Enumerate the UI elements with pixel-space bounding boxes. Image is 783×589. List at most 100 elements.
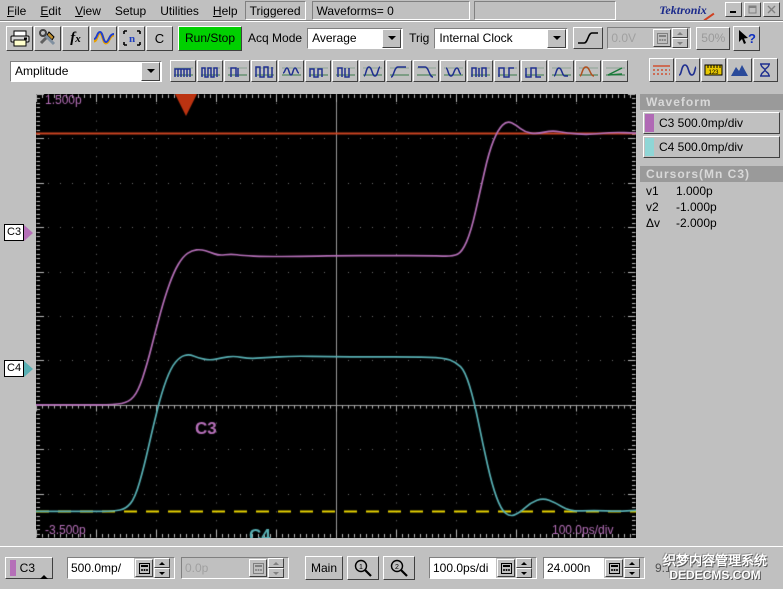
cursors-panel-header: Cursors(Mn C3) (640, 166, 783, 182)
sine-waveform-icon[interactable] (675, 58, 700, 82)
horizontal-position-input[interactable]: 24.000n (543, 557, 645, 579)
trig-source-select[interactable]: Internal Clock (434, 27, 569, 49)
channel-marker-c3-arrow-icon (24, 224, 34, 241)
print-icon[interactable] (6, 25, 33, 51)
meas-cycle-icon[interactable] (359, 60, 385, 82)
tools-icon[interactable] (34, 25, 61, 51)
meas-overshoot-icon[interactable] (440, 60, 466, 82)
measurement-buttons (170, 60, 629, 82)
stepper-up-icon[interactable] (154, 558, 170, 568)
menu-item-utilities[interactable]: Utilities (153, 3, 206, 19)
meas-period-icon[interactable] (197, 60, 223, 82)
meas-burst-icon[interactable] (305, 60, 331, 82)
histogram-icon[interactable] (727, 58, 752, 82)
waveform-icon[interactable] (90, 25, 117, 51)
keypad-icon[interactable] (135, 559, 153, 577)
menu-item-view[interactable]: View (68, 3, 108, 19)
waveform-count: Waveforms= 0 (311, 1, 470, 20)
measure-ruler-icon[interactable]: 123 (701, 58, 726, 82)
reference-lines-icon[interactable] (649, 58, 674, 82)
menu-item-setup[interactable]: Setup (108, 3, 153, 19)
zoom1-button[interactable]: 1 (347, 556, 379, 580)
keypad-icon[interactable] (249, 559, 267, 577)
keypad-icon[interactable] (605, 559, 623, 577)
watermark-line2: DEDECMS.COM (669, 568, 761, 582)
zoom2-button[interactable]: 2 (383, 556, 415, 580)
menu-item-edit[interactable]: Edit (33, 3, 68, 19)
meas-area-icon[interactable] (575, 60, 601, 82)
measurement-select[interactable]: Amplitude (10, 60, 162, 82)
stepper-down-icon[interactable] (672, 38, 689, 48)
stepper-up-icon[interactable] (268, 558, 284, 568)
function-icon[interactable]: fx (62, 25, 89, 51)
keypad-icon[interactable] (653, 29, 672, 47)
stepper-down-icon[interactable] (268, 568, 284, 578)
meas-duty-icon[interactable] (332, 60, 358, 82)
meas-high-low-icon[interactable] (170, 60, 196, 82)
stepper-up-icon[interactable] (672, 28, 689, 38)
trigger-status: Triggered (244, 1, 306, 20)
chevron-down-icon[interactable] (141, 61, 160, 81)
trig-label: Trig (409, 31, 430, 45)
cursor-key: v1 (646, 184, 659, 198)
channel-marker-rail (0, 94, 36, 538)
meas-negw-icon[interactable] (521, 60, 547, 82)
vertical-scale-input[interactable]: 500.0mp/ (67, 557, 175, 579)
maximize-button[interactable] (744, 2, 761, 17)
chevron-up-icon[interactable] (40, 561, 48, 579)
svg-text:123: 123 (708, 70, 719, 76)
mask-icon[interactable] (753, 58, 778, 82)
channel-marker-c4-arrow-icon (24, 360, 34, 377)
trigger-level-stepper[interactable] (672, 28, 689, 48)
meas-pulse-icon[interactable] (251, 60, 277, 82)
main-timebase-button[interactable]: Main (305, 556, 343, 580)
waveform-canvas[interactable] (36, 94, 636, 538)
vertical-offset-input[interactable]: 0.0p (181, 557, 289, 579)
chevron-down-icon[interactable] (382, 28, 402, 48)
stepper-down-icon[interactable] (154, 568, 170, 578)
meas-rise-icon[interactable] (224, 60, 250, 82)
channel-selector[interactable]: C3 (5, 557, 53, 579)
meas-amplitude-icon[interactable] (278, 60, 304, 82)
channel-marker-c3[interactable]: C3 (4, 224, 34, 241)
menu-bar: File Edit View Setup Utilities Help Trig… (0, 0, 783, 22)
trigger-50-percent-button[interactable]: 50% (696, 26, 731, 50)
meas-posw-icon[interactable] (494, 60, 520, 82)
meas-risetime-icon[interactable] (386, 60, 412, 82)
stepper-up-icon[interactable] (624, 558, 640, 568)
cursor-c-icon[interactable]: C (146, 25, 173, 51)
run-stop-button[interactable]: Run/Stop (178, 25, 243, 51)
acq-mode-select[interactable]: Average (307, 27, 404, 49)
autoset-icon[interactable]: n (118, 25, 145, 51)
stepper-up-icon[interactable] (516, 558, 532, 568)
svg-text:1: 1 (359, 564, 363, 571)
horizontal-position-value: 24.000n (544, 558, 604, 578)
menu-item-help[interactable]: Help (206, 3, 245, 19)
close-button[interactable] (763, 2, 780, 17)
waveform-panel-header: Waveform (640, 94, 783, 110)
horizontal-position-stepper[interactable] (624, 558, 640, 578)
help-pointer-icon[interactable]: ? (733, 25, 761, 51)
waveform-item-c4[interactable]: C4 500.0mp/div (643, 136, 780, 158)
vertical-offset-stepper[interactable] (268, 558, 284, 578)
cursor-readout-row: v1 1.000p (640, 182, 783, 198)
trigger-slope-icon[interactable] (573, 27, 604, 49)
waveform-item-c3[interactable]: C3 500.0mp/div (643, 112, 780, 134)
channel-marker-c4[interactable]: C4 (4, 360, 34, 377)
menu-item-file[interactable]: File (0, 3, 33, 19)
meas-width-icon[interactable] (467, 60, 493, 82)
meas-delay-icon[interactable] (548, 60, 574, 82)
meas-angle-icon[interactable] (602, 60, 628, 82)
minimize-button[interactable] (725, 2, 742, 17)
keypad-icon[interactable] (497, 559, 515, 577)
horizontal-scale-stepper[interactable] (516, 558, 532, 578)
chevron-down-icon[interactable] (547, 28, 567, 48)
stepper-down-icon[interactable] (516, 568, 532, 578)
meas-falltime-icon[interactable] (413, 60, 439, 82)
horizontal-scale-input[interactable]: 100.0ps/di (429, 557, 537, 579)
trigger-level-input[interactable]: 0.0V (607, 27, 692, 49)
acq-mode-value: Average (312, 31, 357, 45)
stepper-down-icon[interactable] (624, 568, 640, 578)
graticule[interactable] (36, 94, 636, 538)
vertical-scale-stepper[interactable] (154, 558, 170, 578)
